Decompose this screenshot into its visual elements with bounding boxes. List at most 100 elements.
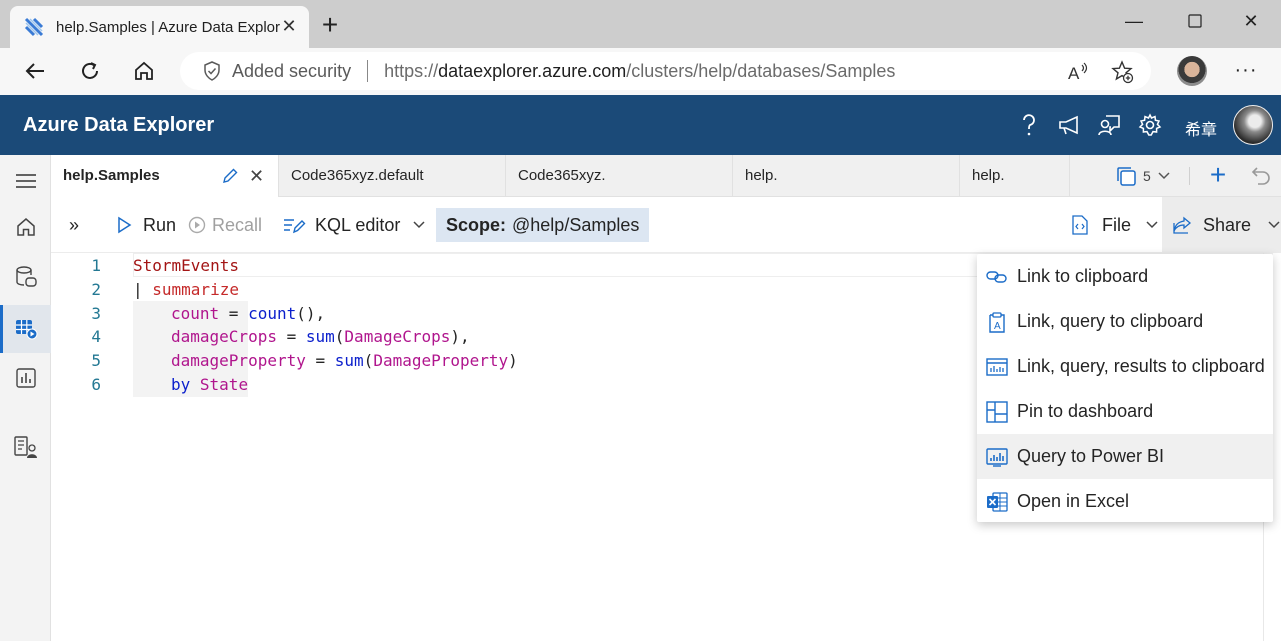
edit-tab-name-icon[interactable] (221, 167, 239, 185)
close-query-tab-icon[interactable]: ✕ (249, 155, 264, 197)
share-menu-button[interactable]: Share (1172, 211, 1281, 239)
menu-item-link-query-results-to-clipboard[interactable]: Link, query, results to clipboard (977, 344, 1273, 389)
code-token: ( (363, 351, 374, 370)
code-line: StormEvents (133, 256, 239, 275)
file-code-icon (1072, 215, 1088, 235)
file-menu-button[interactable]: File (1071, 211, 1159, 239)
divider (1189, 167, 1190, 185)
back-button[interactable] (20, 56, 50, 86)
refresh-button[interactable] (75, 56, 105, 86)
home-icon (135, 61, 153, 80)
scope-value: @help/Samples (512, 214, 640, 235)
expand-toolbar-icon[interactable]: » (69, 211, 79, 239)
code-token: count (248, 304, 297, 323)
security-label: Added security (232, 60, 352, 81)
read-aloud-icon[interactable]: A (1066, 60, 1090, 84)
home-nav-icon[interactable] (0, 203, 51, 251)
minimize-icon[interactable]: — (1114, 8, 1154, 36)
menu-item-query-to-power-bi[interactable]: Query to Power BI (977, 434, 1273, 479)
recall-button[interactable]: Recall (187, 211, 262, 239)
add-tab-button[interactable]: + (1204, 161, 1232, 191)
run-label: Run (143, 214, 177, 235)
code-token: DamageCrops (344, 327, 451, 346)
back-arrow-icon (25, 63, 44, 79)
scope-indicator[interactable]: Scope: @help/Samples (436, 208, 650, 242)
share-label: Share (1203, 214, 1252, 235)
menu-item-pin-to-dashboard[interactable]: Pin to dashboard (977, 389, 1273, 434)
menu-item-open-in-excel[interactable]: Open in Excel (977, 479, 1273, 524)
code-line: by State (171, 375, 248, 394)
home-button[interactable] (129, 56, 159, 86)
run-button[interactable]: Run (115, 211, 176, 239)
menu-item-link-to-clipboard[interactable]: Link to clipboard (977, 254, 1273, 299)
url-prefix: https:// (384, 60, 439, 81)
announcement-icon[interactable] (1057, 112, 1083, 138)
code-token: count (171, 304, 220, 323)
recall-icon (188, 216, 206, 234)
close-tab-icon[interactable]: ✕ (279, 16, 299, 36)
code-token: ), (450, 327, 470, 346)
query-tab-help-samples[interactable]: help.Samples ✕ (51, 155, 279, 198)
query-tab-help-2[interactable]: help. (960, 155, 1070, 197)
user-name[interactable]: 希章 (1185, 116, 1217, 140)
kql-editor-icon (284, 219, 306, 234)
user-avatar[interactable] (1233, 105, 1273, 145)
code-token: = (305, 351, 335, 370)
code-token: StormEvents (133, 256, 239, 275)
reopen-closed-tab-icon[interactable] (1249, 164, 1273, 188)
menu-item-link-query-to-clipboard[interactable]: A Link, query to clipboard (977, 299, 1273, 344)
monitoring-icon[interactable] (0, 423, 51, 471)
hamburger-menu-icon[interactable] (0, 157, 51, 205)
tab-list-dropdown[interactable]: 5 (1115, 163, 1171, 189)
url-path: /clusters/help/databases/Samples (626, 60, 896, 81)
maximize-icon[interactable] (1175, 8, 1215, 36)
code-token: | (133, 280, 153, 299)
tabs-stack-icon (1117, 167, 1136, 186)
query-tab-label: Code365xyz.default (291, 167, 424, 184)
svg-text:A: A (1068, 64, 1080, 83)
chevron-down-icon (1268, 221, 1280, 229)
svg-text:A: A (994, 321, 1001, 332)
address-bar[interactable]: Added security https://dataexplorer.azur… (180, 52, 1151, 90)
code-token: sum (334, 351, 364, 370)
data-management-icon[interactable] (0, 253, 51, 301)
query-tab-code365xyz-default[interactable]: Code365xyz.default (279, 155, 506, 197)
address-bar-row: Added security https://dataexplorer.azur… (0, 48, 1281, 95)
code-token: damageCrops (171, 327, 277, 346)
code-token: (), (296, 304, 326, 323)
more-options-icon[interactable]: ··· (1232, 56, 1260, 86)
tab-count: 5 (1143, 168, 1151, 184)
favorites-add-icon[interactable] (1110, 60, 1134, 84)
line-number: 3 (91, 304, 101, 323)
new-tab-button[interactable]: + (316, 11, 344, 40)
code-token: by (171, 375, 191, 394)
query-tab-label: help. (745, 167, 778, 184)
editor-mode-label: KQL editor (315, 214, 401, 235)
link-query-icon: A (989, 311, 1005, 333)
settings-gear-icon[interactable] (1137, 112, 1163, 138)
code-token: damageProperty (171, 351, 306, 370)
browser-profile-avatar[interactable] (1177, 56, 1207, 86)
url-text[interactable]: https://dataexplorer.azure.com/clusters/… (384, 61, 895, 82)
line-number: 4 (91, 327, 101, 346)
share-icon (1173, 216, 1192, 234)
app-header: Azure Data Explorer 希章 (0, 95, 1281, 155)
query-tab-code365xyz[interactable]: Code365xyz. (506, 155, 733, 197)
feedback-icon[interactable] (1097, 112, 1123, 138)
help-icon[interactable] (1016, 112, 1042, 138)
browser-tab[interactable]: help.Samples | Azure Data Explor ✕ (10, 6, 309, 48)
scope-label: Scope: (446, 214, 507, 235)
query-tab-help-1[interactable]: help. (733, 155, 960, 197)
play-icon (118, 216, 132, 234)
dashboards-icon[interactable] (0, 354, 51, 402)
app-title[interactable]: Azure Data Explorer (23, 114, 214, 137)
pin-dashboard-icon (986, 400, 1008, 423)
power-bi-icon (986, 447, 1008, 467)
close-window-icon[interactable]: ✕ (1231, 8, 1271, 36)
chevron-down-icon (1146, 221, 1158, 229)
query-tab-label: help.Samples (63, 167, 160, 184)
kql-editor-dropdown[interactable]: KQL editor (282, 211, 426, 239)
query-nav-icon[interactable] (0, 305, 51, 353)
left-navigation-rail (0, 155, 51, 641)
